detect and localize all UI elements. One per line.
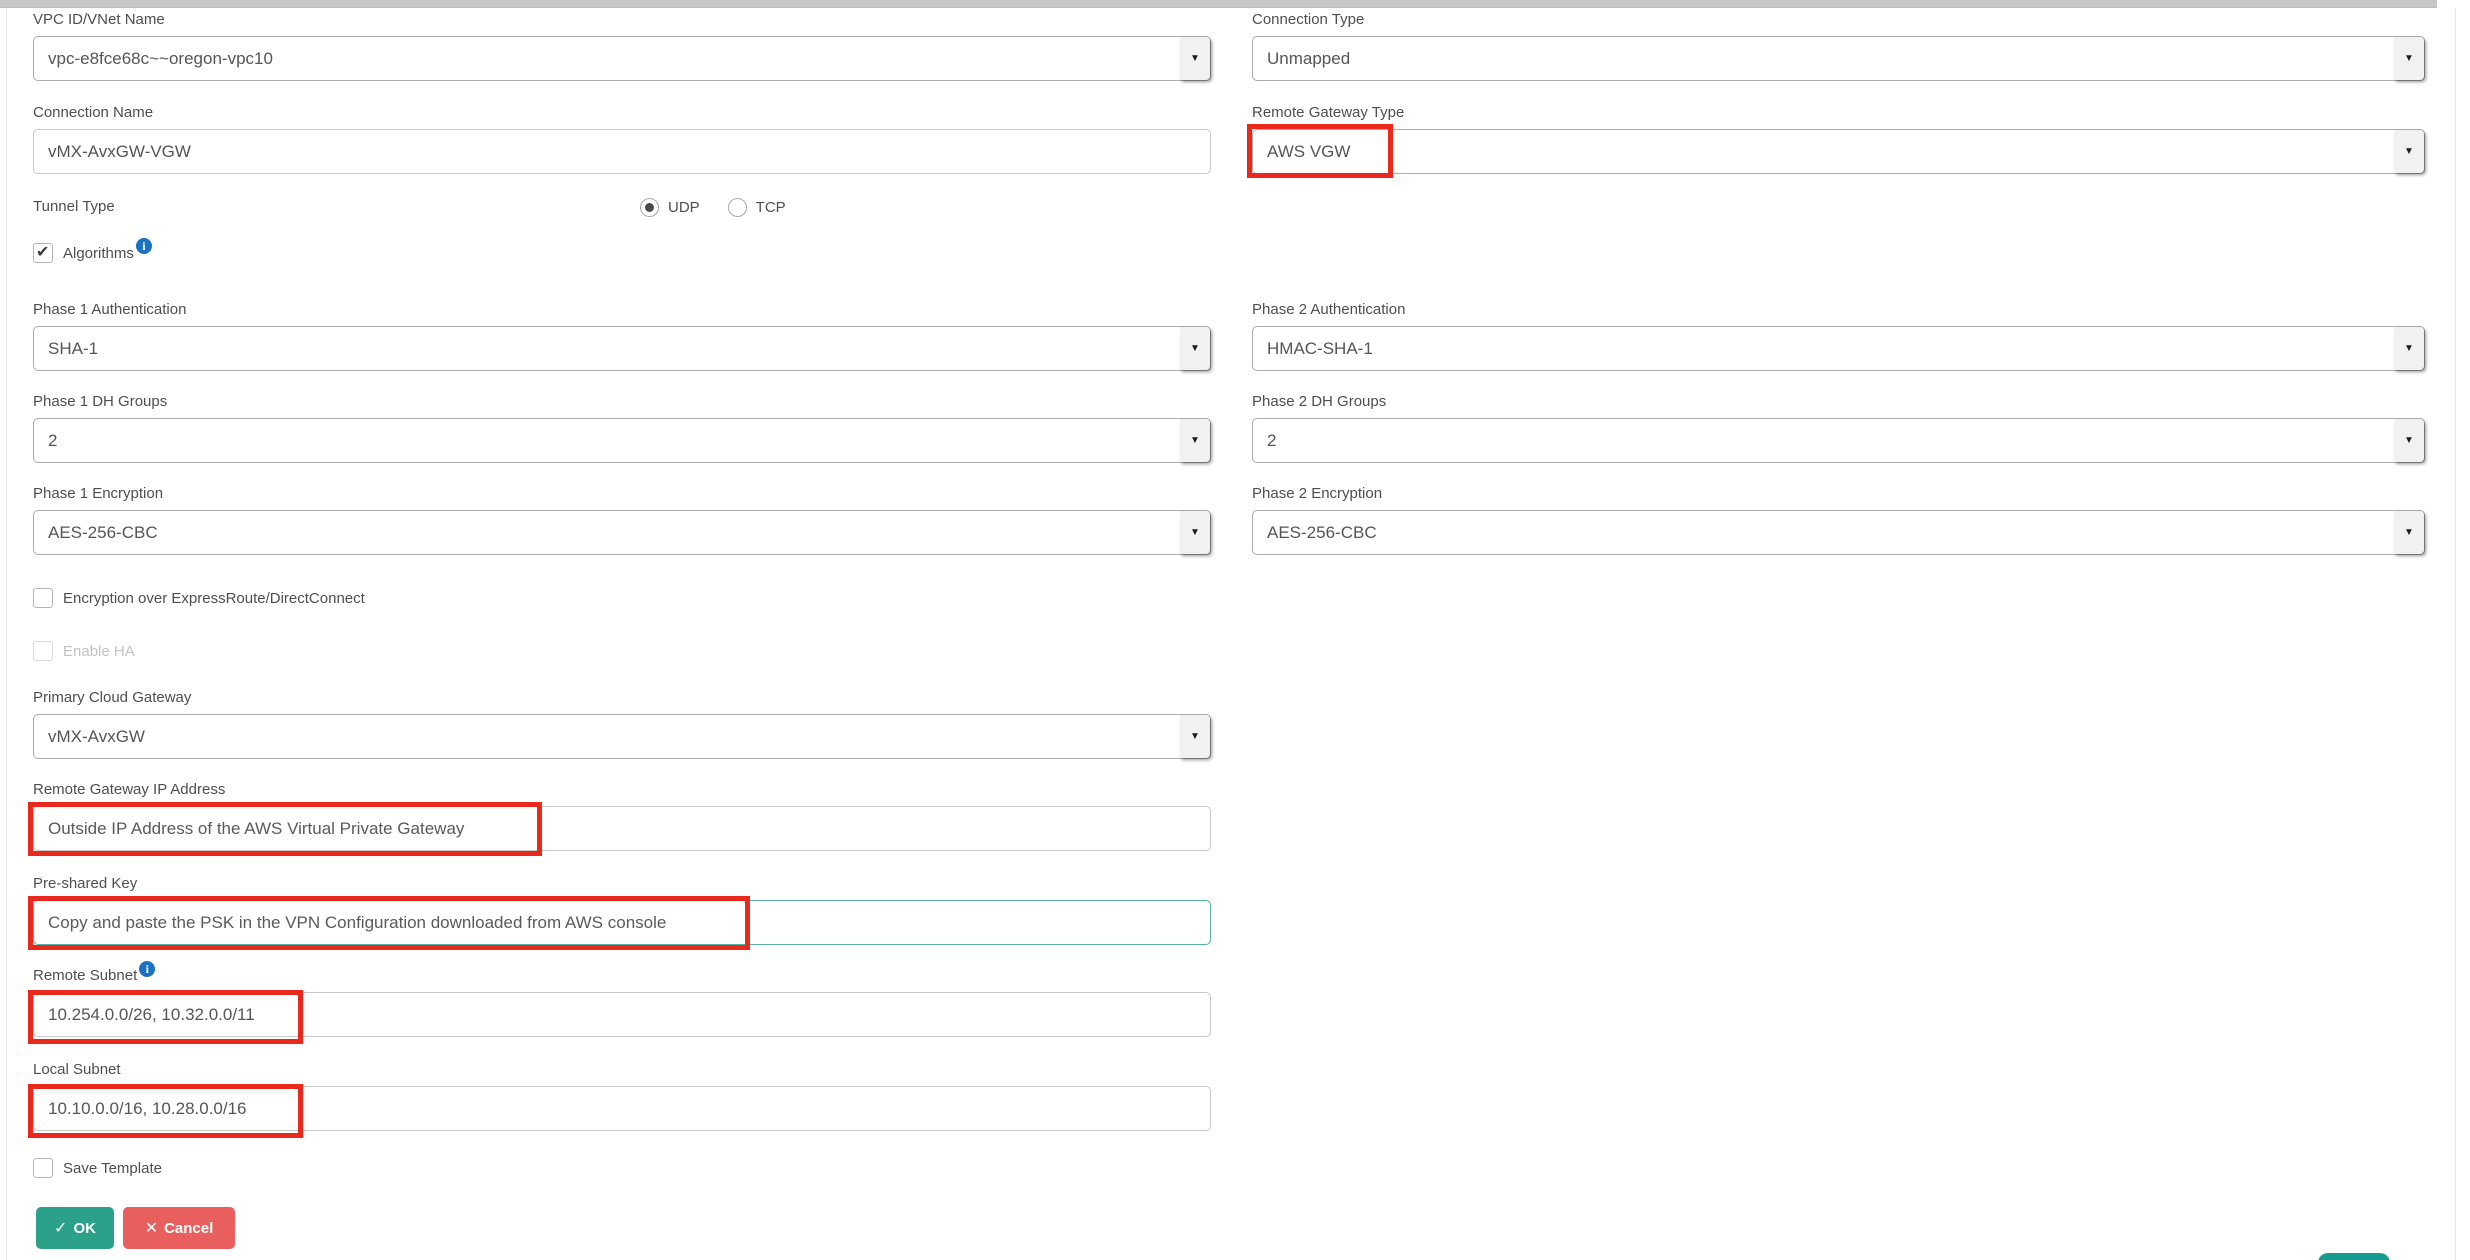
connection-type-field: Connection Type Unmapped ▼	[1252, 10, 2425, 81]
chevron-down-icon[interactable]: ▼	[2394, 37, 2424, 80]
phase1-dh-select[interactable]: 2 ▼	[33, 418, 1211, 463]
local-subnet-input[interactable]	[33, 1086, 1211, 1131]
phase1-auth-select[interactable]: SHA-1 ▼	[33, 326, 1211, 371]
chevron-down-icon[interactable]: ▼	[1180, 511, 1210, 554]
local-subnet-label: Local Subnet	[33, 1060, 1211, 1080]
vpc-id-select[interactable]: vpc-e8fce68c~~oregon-vpc10 ▼	[33, 36, 1211, 81]
cancel-button[interactable]: ✕ Cancel	[123, 1207, 235, 1249]
primary-gateway-value: vMX-AvxGW	[48, 715, 145, 758]
phase2-auth-value: HMAC-SHA-1	[1267, 327, 1373, 370]
encryption-over-er-row[interactable]: Encryption over ExpressRoute/DirectConne…	[33, 588, 365, 608]
chevron-down-icon[interactable]: ▼	[1180, 37, 1210, 80]
algorithms-label: Algorithms	[63, 245, 134, 262]
phase1-auth-value: SHA-1	[48, 327, 98, 370]
vpc-id-field: VPC ID/VNet Name vpc-e8fce68c~~oregon-vp…	[33, 10, 1211, 81]
local-subnet-field: Local Subnet	[33, 1060, 1211, 1131]
primary-gateway-select[interactable]: vMX-AvxGW ▼	[33, 714, 1211, 759]
info-icon[interactable]: i	[139, 961, 155, 977]
radio-udp[interactable]: UDP	[640, 198, 700, 217]
phase2-auth-select[interactable]: HMAC-SHA-1 ▼	[1252, 326, 2425, 371]
panel-right-border	[2455, 8, 2456, 1260]
pre-shared-key-input[interactable]	[33, 900, 1211, 945]
form-actions: ✓ OK ✕ Cancel	[36, 1207, 235, 1249]
help-chat-button-peek[interactable]	[2318, 1253, 2390, 1260]
phase2-enc-select[interactable]: AES-256-CBC ▼	[1252, 510, 2425, 555]
connection-type-value: Unmapped	[1267, 37, 1350, 80]
remote-gateway-type-label: Remote Gateway Type	[1252, 103, 2425, 123]
phase1-enc-label: Phase 1 Encryption	[33, 484, 1211, 504]
chevron-down-icon[interactable]: ▼	[2394, 327, 2424, 370]
connection-name-input[interactable]	[33, 129, 1211, 174]
chevron-down-icon[interactable]: ▼	[1180, 419, 1210, 462]
remote-subnet-label: Remote Subneti	[33, 966, 1211, 986]
phase1-enc-field: Phase 1 Encryption AES-256-CBC ▼	[33, 484, 1211, 555]
enable-ha-label: Enable HA	[63, 643, 135, 660]
remote-gateway-type-value: AWS VGW	[1267, 130, 1350, 173]
panel-left-border	[6, 8, 7, 1260]
phase1-enc-value: AES-256-CBC	[48, 511, 158, 554]
phase1-dh-label: Phase 1 DH Groups	[33, 392, 1211, 412]
phase1-dh-value: 2	[48, 419, 57, 462]
chevron-down-icon[interactable]: ▼	[1180, 715, 1210, 758]
connection-type-label: Connection Type	[1252, 10, 2425, 30]
remote-gateway-ip-label: Remote Gateway IP Address	[33, 780, 1211, 800]
primary-gateway-field: Primary Cloud Gateway vMX-AvxGW ▼	[33, 688, 1211, 759]
remote-gateway-ip-field: Remote Gateway IP Address	[33, 780, 1211, 851]
phase1-enc-select[interactable]: AES-256-CBC ▼	[33, 510, 1211, 555]
pre-shared-key-field: Pre-shared Key	[33, 874, 1211, 945]
phase1-auth-field: Phase 1 Authentication SHA-1 ▼	[33, 300, 1211, 371]
top-divider-strip	[0, 0, 2437, 8]
remote-subnet-field: Remote Subneti	[33, 966, 1211, 1037]
phase2-auth-field: Phase 2 Authentication HMAC-SHA-1 ▼	[1252, 300, 2425, 371]
connection-name-label: Connection Name	[33, 103, 1211, 123]
chevron-down-icon[interactable]: ▼	[2394, 419, 2424, 462]
tunnel-type-label: Tunnel Type	[33, 197, 1211, 217]
remote-gateway-ip-input[interactable]	[33, 806, 1211, 851]
encryption-over-er-label: Encryption over ExpressRoute/DirectConne…	[63, 590, 365, 607]
radio-selected-icon	[640, 198, 659, 217]
phase2-dh-value: 2	[1267, 419, 1276, 462]
encryption-over-er-checkbox[interactable]	[33, 588, 53, 608]
chevron-down-icon[interactable]: ▼	[2394, 130, 2424, 173]
ok-button[interactable]: ✓ OK	[36, 1207, 114, 1249]
primary-gateway-label: Primary Cloud Gateway	[33, 688, 1211, 708]
phase1-dh-field: Phase 1 DH Groups 2 ▼	[33, 392, 1211, 463]
algorithms-checkbox[interactable]	[33, 243, 53, 263]
tunnel-type-radios: UDP TCP	[640, 198, 814, 217]
remote-gateway-type-field: Remote Gateway Type AWS VGW ▼	[1252, 103, 2425, 174]
chevron-down-icon[interactable]: ▼	[1180, 327, 1210, 370]
pre-shared-key-label: Pre-shared Key	[33, 874, 1211, 894]
save-template-checkbox[interactable]	[33, 1158, 53, 1178]
chevron-down-icon[interactable]: ▼	[2394, 511, 2424, 554]
radio-tcp[interactable]: TCP	[728, 198, 786, 217]
x-icon: ✕	[145, 1218, 158, 1238]
check-icon: ✓	[54, 1218, 67, 1238]
info-icon[interactable]: i	[136, 238, 152, 254]
algorithms-checkbox-row[interactable]: Algorithms i	[33, 243, 152, 263]
phase2-enc-field: Phase 2 Encryption AES-256-CBC ▼	[1252, 484, 2425, 555]
vpc-id-label: VPC ID/VNet Name	[33, 10, 1211, 30]
vpc-id-value: vpc-e8fce68c~~oregon-vpc10	[48, 37, 273, 80]
enable-ha-row: Enable HA	[33, 641, 135, 661]
enable-ha-checkbox	[33, 641, 53, 661]
phase2-dh-label: Phase 2 DH Groups	[1252, 392, 2425, 412]
connection-type-select[interactable]: Unmapped ▼	[1252, 36, 2425, 81]
save-template-row[interactable]: Save Template	[33, 1158, 162, 1178]
save-template-label: Save Template	[63, 1160, 162, 1177]
phase2-enc-value: AES-256-CBC	[1267, 511, 1377, 554]
phase1-auth-label: Phase 1 Authentication	[33, 300, 1211, 320]
phase2-dh-select[interactable]: 2 ▼	[1252, 418, 2425, 463]
phase2-auth-label: Phase 2 Authentication	[1252, 300, 2425, 320]
radio-unselected-icon	[728, 198, 747, 217]
remote-gateway-type-select[interactable]: AWS VGW ▼	[1252, 129, 2425, 174]
tunnel-type-field: Tunnel Type	[33, 197, 1211, 223]
phase2-dh-field: Phase 2 DH Groups 2 ▼	[1252, 392, 2425, 463]
remote-subnet-input[interactable]	[33, 992, 1211, 1037]
phase2-enc-label: Phase 2 Encryption	[1252, 484, 2425, 504]
site2cloud-add-connection-form: VPC ID/VNet Name vpc-e8fce68c~~oregon-vp…	[0, 0, 2470, 1260]
connection-name-field: Connection Name	[33, 103, 1211, 174]
